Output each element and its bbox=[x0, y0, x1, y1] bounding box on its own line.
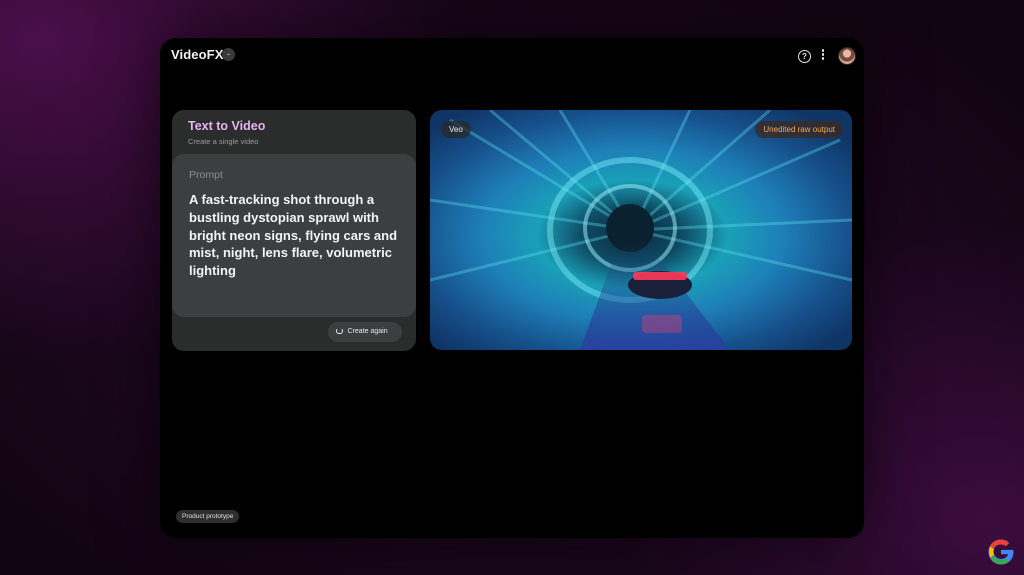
card-subtitle: Create a single video bbox=[188, 137, 259, 146]
top-bar: VideoFX - ? bbox=[160, 38, 864, 74]
raw-output-badge: Unedited raw output bbox=[755, 121, 843, 138]
video-frame bbox=[430, 110, 852, 350]
prompt-box[interactable]: Prompt A fast-tracking shot through a bu… bbox=[172, 154, 416, 317]
prompt-text[interactable]: A fast-tracking shot through a bustling … bbox=[189, 191, 401, 280]
video-player[interactable]: Veo Unedited raw output bbox=[430, 110, 852, 350]
product-prototype-badge: Product prototype bbox=[176, 510, 240, 523]
create-again-button[interactable]: Create again bbox=[328, 322, 402, 342]
google-logo-icon bbox=[988, 539, 1014, 565]
card-title: Text to Video bbox=[188, 119, 266, 133]
prompt-label: Prompt bbox=[189, 169, 223, 181]
avatar[interactable] bbox=[838, 47, 856, 65]
create-again-label: Create again bbox=[347, 328, 388, 335]
app-title: VideoFX bbox=[171, 47, 224, 62]
refresh-icon bbox=[336, 327, 343, 334]
model-badge: Veo bbox=[441, 121, 471, 138]
text-to-video-card: Text to Video Create a single video Prom… bbox=[172, 110, 416, 351]
app-menu-toggle[interactable]: - bbox=[222, 48, 235, 61]
more-vertical-icon[interactable] bbox=[821, 49, 825, 63]
app-window: VideoFX - ? Text to Video Create a singl… bbox=[160, 38, 864, 538]
help-icon[interactable]: ? bbox=[798, 50, 811, 63]
